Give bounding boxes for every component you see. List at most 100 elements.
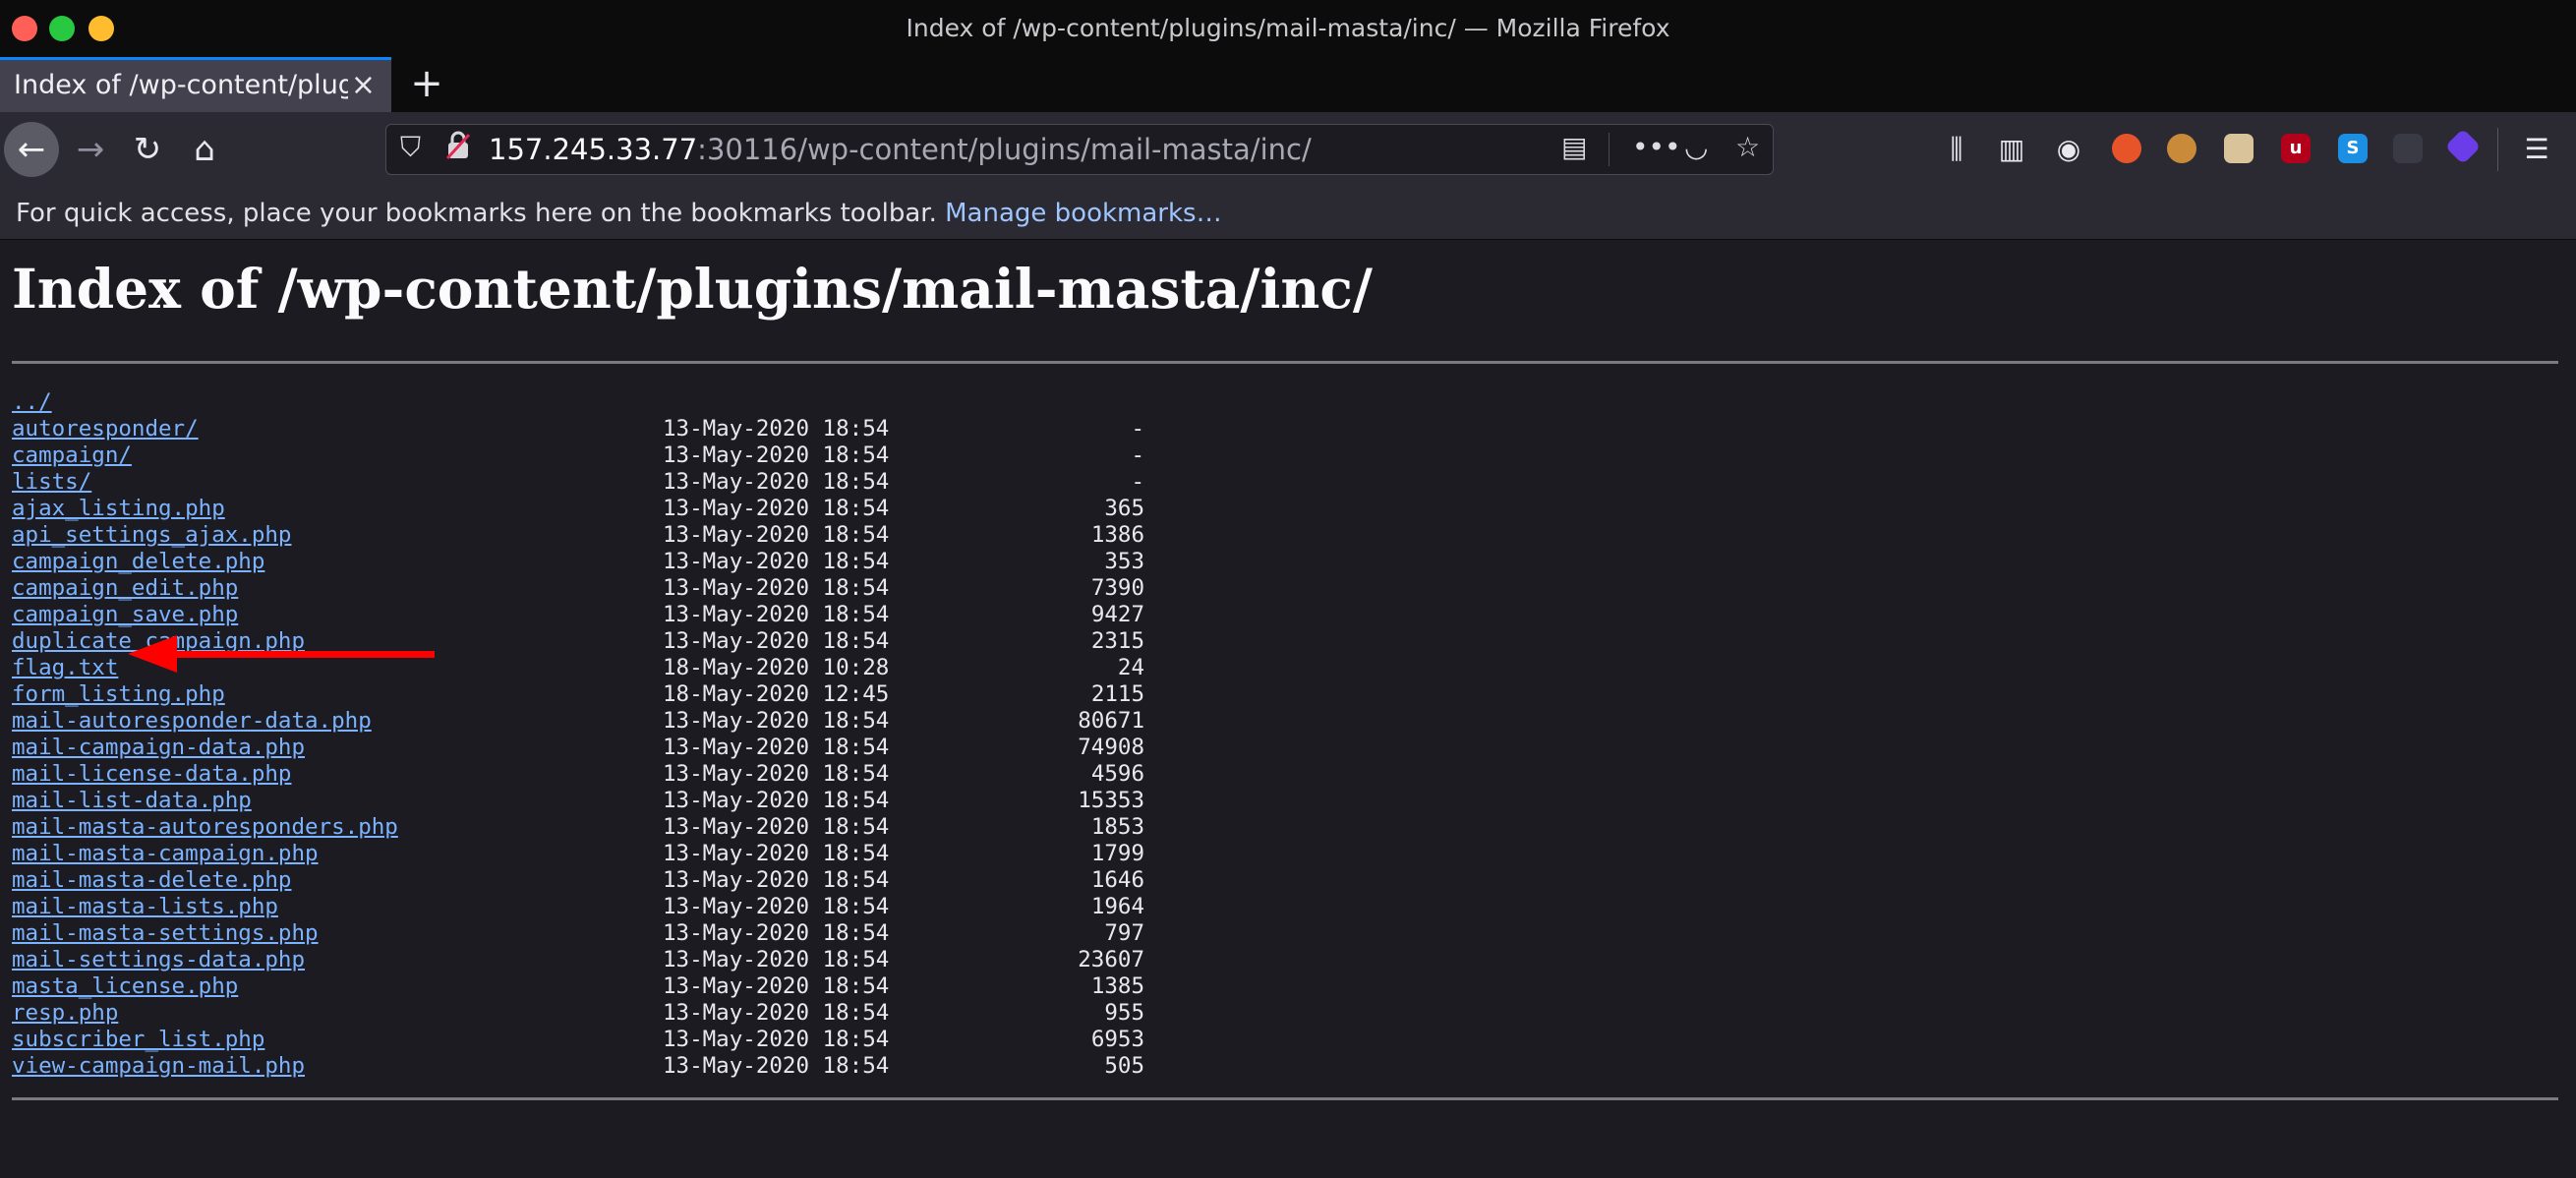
extension-cube-icon[interactable]: [2444, 128, 2482, 165]
file-link[interactable]: ../: [12, 389, 52, 416]
listing-row: api_settings_ajax.php 13-May-2020 18:54 13…: [12, 522, 1388, 549]
file-link[interactable]: masta_license.php: [12, 973, 238, 1000]
listing-row: mail-masta-lists.php 13-May-2020 18:54 196…: [12, 894, 1388, 920]
insecure-lock-icon[interactable]: [445, 131, 471, 167]
menu-hamburger-icon[interactable]: ☰: [2517, 130, 2556, 169]
extension-cookie-icon[interactable]: [2167, 134, 2196, 163]
file-size: 1964: [1090, 894, 1144, 919]
file-size: 74908: [1078, 735, 1144, 760]
file-link[interactable]: mail-campaign-data.php: [12, 735, 305, 761]
file-date: 13-May-2020 18:54: [663, 1000, 890, 1026]
file-size: 505: [1104, 1053, 1144, 1079]
new-tab-button[interactable]: +: [403, 57, 450, 112]
manage-bookmarks-link[interactable]: Manage bookmarks…: [945, 199, 1221, 228]
sidebar-icon[interactable]: ▥: [1992, 130, 2031, 169]
file-link[interactable]: mail-masta-autoresponders.php: [12, 814, 398, 841]
file-link[interactable]: mail-autoresponder-data.php: [12, 708, 372, 735]
bookmark-star-icon[interactable]: ☆: [1735, 131, 1760, 163]
file-date: 13-May-2020 18:54: [663, 973, 890, 999]
window-title: Index of /wp-content/plugins/mail-masta/…: [906, 14, 1670, 42]
file-date: 13-May-2020 18:54: [663, 602, 890, 627]
file-link[interactable]: mail-settings-data.php: [12, 947, 305, 973]
file-link[interactable]: subscriber_list.php: [12, 1027, 264, 1053]
listing-row: campaign_delete.php 13-May-2020 18:54 353: [12, 549, 1388, 575]
file-date: 13-May-2020 18:54: [663, 628, 890, 654]
file-link[interactable]: api_settings_ajax.php: [12, 522, 291, 549]
home-button[interactable]: ⌂: [177, 122, 232, 177]
url-path: :30116/wp-content/plugins/mail-masta/inc…: [697, 133, 1312, 166]
file-link[interactable]: mail-masta-lists.php: [12, 894, 278, 920]
file-link[interactable]: autoresponder/: [12, 416, 199, 442]
file-link[interactable]: campaign/: [12, 442, 132, 469]
file-date: 13-May-2020 18:54: [663, 496, 890, 521]
file-size: 23607: [1078, 947, 1144, 972]
file-link[interactable]: mail-masta-campaign.php: [12, 841, 319, 867]
top-divider: [12, 361, 2558, 364]
extension-hacker-icon[interactable]: [2393, 134, 2423, 163]
file-date: 13-May-2020 18:54: [663, 442, 890, 468]
extension-firefox-icon[interactable]: [2112, 134, 2141, 163]
file-link[interactable]: mail-masta-delete.php: [12, 867, 291, 894]
file-link[interactable]: campaign_delete.php: [12, 549, 264, 575]
listing-row: mail-masta-settings.php 13-May-2020 18:54…: [12, 920, 1388, 947]
listing-row: form_listing.php 18-May-2020 12:45 2115: [12, 681, 1388, 708]
file-size: 797: [1104, 920, 1144, 946]
file-link[interactable]: campaign_save.php: [12, 602, 238, 628]
file-size: 955: [1104, 1000, 1144, 1026]
file-date: 13-May-2020 18:54: [663, 575, 890, 601]
file-link[interactable]: form_listing.php: [12, 681, 225, 708]
file-link[interactable]: mail-list-data.php: [12, 788, 252, 814]
file-date: 13-May-2020 18:54: [663, 549, 890, 574]
extension-s-icon[interactable]: S: [2338, 134, 2368, 163]
extension-mask-icon[interactable]: [2224, 134, 2254, 163]
extension-ublock-icon[interactable]: u: [2281, 134, 2311, 163]
file-date: 13-May-2020 18:54: [663, 814, 890, 840]
tab-directory-index[interactable]: Index of /wp-content/plugins/mail-masta/…: [0, 57, 391, 112]
file-date: 18-May-2020 12:45: [663, 681, 890, 707]
library-icon[interactable]: ⫼: [1937, 130, 1976, 169]
file-link[interactable]: ajax_listing.php: [12, 496, 225, 522]
listing-row: masta_license.php 13-May-2020 18:54 1385: [12, 973, 1388, 1000]
file-date: 13-May-2020 18:54: [663, 920, 890, 946]
file-link[interactable]: campaign_edit.php: [12, 575, 238, 602]
file-link[interactable]: flag.txt: [12, 655, 118, 681]
file-date: 13-May-2020 18:54: [663, 522, 890, 548]
back-button[interactable]: ←: [4, 122, 59, 177]
file-link[interactable]: lists/: [12, 469, 91, 496]
bookmarks-hint: For quick access, place your bookmarks h…: [16, 199, 1222, 228]
forward-button[interactable]: →: [63, 122, 118, 177]
account-icon[interactable]: ◉: [2049, 130, 2088, 169]
file-date: 13-May-2020 18:54: [663, 735, 890, 760]
listing-row: mail-autoresponder-data.php 13-May-2020 1…: [12, 708, 1388, 735]
file-date: 13-May-2020 18:54: [663, 469, 890, 495]
file-size: 24: [1117, 655, 1144, 680]
file-date: 13-May-2020 18:54: [663, 867, 890, 893]
bookmarks-toolbar: For quick access, place your bookmarks h…: [0, 187, 2576, 240]
file-date: 13-May-2020 18:54: [663, 1027, 890, 1052]
tracking-protection-shield-icon[interactable]: ⛉: [400, 131, 421, 164]
file-size: 1799: [1090, 841, 1144, 866]
file-size: 1646: [1090, 867, 1144, 893]
file-date: 13-May-2020 18:54: [663, 788, 890, 813]
pocket-icon[interactable]: ◡: [1684, 131, 1708, 163]
file-size: 4596: [1090, 761, 1144, 787]
page-actions-more-icon[interactable]: •••: [1632, 131, 1681, 163]
reload-button[interactable]: ↻: [120, 122, 175, 177]
listing-row: mail-masta-delete.php 13-May-2020 18:54 16…: [12, 867, 1388, 894]
url-text[interactable]: 157.245.33.77:30116/wp-content/plugins/m…: [489, 133, 1312, 166]
file-link[interactable]: resp.php: [12, 1000, 118, 1027]
listing-row: view-campaign-mail.php 13-May-2020 18:54 5…: [12, 1053, 1388, 1080]
close-tab-icon[interactable]: ×: [351, 68, 376, 102]
file-size: 1853: [1090, 814, 1144, 840]
listing-row: mail-masta-autoresponders.php 13-May-2020…: [12, 814, 1388, 841]
file-link[interactable]: mail-masta-settings.php: [12, 920, 319, 947]
red-annotation-arrow: [128, 635, 435, 673]
file-date: 13-May-2020 18:54: [663, 947, 890, 972]
file-size: 9427: [1090, 602, 1144, 627]
file-date: 13-May-2020 18:54: [663, 416, 890, 442]
file-link[interactable]: view-campaign-mail.php: [12, 1053, 305, 1080]
file-link[interactable]: mail-license-data.php: [12, 761, 291, 788]
url-bar[interactable]: ⛉ 157.245.33.77:30116/wp-content/plugins…: [385, 124, 1774, 175]
file-size: 6953: [1090, 1027, 1144, 1052]
reader-view-icon[interactable]: ▤: [1561, 131, 1587, 163]
